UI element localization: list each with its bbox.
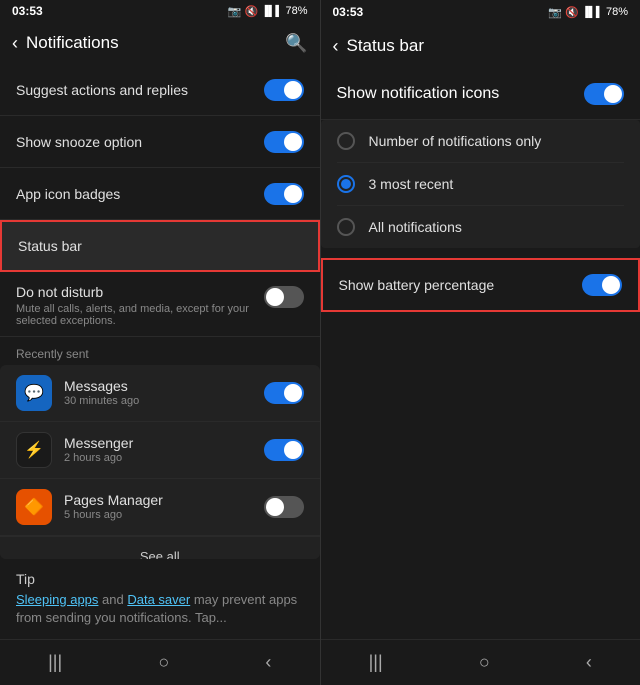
snooze-label: Show snooze option [16,134,264,150]
mute-icon: 🔇 [245,5,259,18]
badges-item: App icon badges [0,168,320,220]
messenger-emoji: ⚡ [24,440,44,460]
snooze-item: Show snooze option [0,116,320,168]
messenger-time: 2 hours ago [64,452,264,464]
nav-menu-right[interactable]: ||| [353,648,399,677]
time-left: 03:53 [12,4,43,18]
radio-3-recent[interactable]: 3 most recent [337,163,625,206]
page-title-right: Status bar [347,36,629,56]
tip-title: Tip [16,571,304,587]
sleeping-apps-link[interactable]: Sleeping apps [16,592,98,607]
tip-section: Tip Sleeping apps and Data saver may pre… [0,559,320,639]
messages-info: Messages 30 minutes ago [64,378,264,407]
status-bar-left: 03:53 📷 🔇 ▐▌▌ 78% [0,0,320,23]
messages-time: 30 minutes ago [64,395,264,407]
back-button-left[interactable]: ‹ [12,33,18,54]
right-panel: 03:53 📷 🔇 ▐▌▌ 78% ‹ Status bar Show noti… [321,0,640,685]
show-notif-toggle[interactable] [584,83,624,105]
pages-toggle[interactable] [264,496,304,518]
badges-toggle[interactable] [264,183,304,205]
see-all-button[interactable]: See all [0,536,320,559]
show-notif-label: Show notification icons [337,85,500,103]
show-notif-item: Show notification icons [321,68,640,120]
radio-number-only[interactable]: Number of notifications only [337,120,625,163]
pages-time: 5 hours ago [64,509,264,521]
data-saver-link[interactable]: Data saver [127,592,190,607]
statusbar-item[interactable]: Status bar [0,220,320,272]
recently-sent-label: Recently sent [0,337,320,365]
app-pages: 🔶 Pages Manager 5 hours ago [0,479,320,536]
nav-back-right[interactable]: ‹ [570,648,608,677]
battery-percentage-label: Show battery percentage [339,277,583,293]
dnd-item: Do not disturb Mute all calls, alerts, a… [0,272,320,337]
tip-mid: and [102,592,127,607]
messages-emoji: 💬 [24,383,44,403]
messenger-toggle[interactable] [264,439,304,461]
nav-bar-left: ||| ○ ‹ [0,639,320,685]
battery-right: 78% [606,6,628,18]
badges-label: App icon badges [16,186,264,202]
top-bar-left: ‹ Notifications 🔍 [0,23,320,64]
back-button-right[interactable]: ‹ [333,36,339,57]
radio-circle-number [337,132,355,150]
radio-circle-all [337,218,355,236]
app-messenger: ⚡ Messenger 2 hours ago [0,422,320,479]
nav-bar-right: ||| ○ ‹ [321,639,640,685]
radio-label-all: All notifications [369,219,462,235]
right-spacer [321,312,640,639]
pages-icon: 🔶 [16,489,52,525]
radio-label-number: Number of notifications only [369,133,542,149]
app-messages: 💬 Messages 30 minutes ago [0,365,320,422]
pages-info: Pages Manager 5 hours ago [64,492,264,521]
nav-home-right[interactable]: ○ [463,648,506,677]
snooze-toggle[interactable] [264,131,304,153]
messages-name: Messages [64,378,264,394]
top-bar-right: ‹ Status bar [321,24,640,68]
radio-circle-recent [337,175,355,193]
messages-icon: 💬 [16,375,52,411]
statusbar-label: Status bar [18,238,302,254]
messenger-icon: ⚡ [16,432,52,468]
radio-group: Number of notifications only 3 most rece… [321,120,640,248]
time-right: 03:53 [333,5,364,19]
pages-name: Pages Manager [64,492,264,508]
radio-all[interactable]: All notifications [337,206,625,248]
dnd-sub: Mute all calls, alerts, and media, excep… [16,303,256,327]
messages-toggle[interactable] [264,382,304,404]
radio-label-recent: 3 most recent [369,176,454,192]
battery-percentage-item: Show battery percentage [321,258,640,312]
dnd-toggle[interactable] [264,286,304,308]
nav-back-left[interactable]: ‹ [249,648,287,677]
page-title-left: Notifications [26,33,285,53]
suggest-label: Suggest actions and replies [16,82,264,98]
dnd-label: Do not disturb [16,284,256,300]
battery-left: 78% [285,5,307,17]
pages-emoji: 🔶 [24,497,44,517]
signal-icon-right: ▐▌▌ [582,7,603,18]
status-icons-right: 📷 🔇 ▐▌▌ 78% [548,6,628,19]
suggest-toggle[interactable] [264,79,304,101]
messenger-info: Messenger 2 hours ago [64,435,264,464]
camera-icon: 📷 [228,5,242,18]
tip-text: Sleeping apps and Data saver may prevent… [16,591,304,627]
status-bar-right: 03:53 📷 🔇 ▐▌▌ 78% [321,0,640,24]
search-button-left[interactable]: 🔍 [285,33,307,54]
messenger-name: Messenger [64,435,264,451]
suggest-item: Suggest actions and replies [0,64,320,116]
left-panel: 03:53 📷 🔇 ▐▌▌ 78% ‹ Notifications 🔍 Sugg… [0,0,320,685]
signal-icon: ▐▌▌ [261,6,282,17]
battery-percentage-toggle[interactable] [582,274,622,296]
nav-home-left[interactable]: ○ [142,648,185,677]
status-icons-left: 📷 🔇 ▐▌▌ 78% [228,5,308,18]
nav-menu-left[interactable]: ||| [32,648,78,677]
camera-icon-right: 📷 [548,6,562,19]
mute-icon-right: 🔇 [565,6,579,19]
